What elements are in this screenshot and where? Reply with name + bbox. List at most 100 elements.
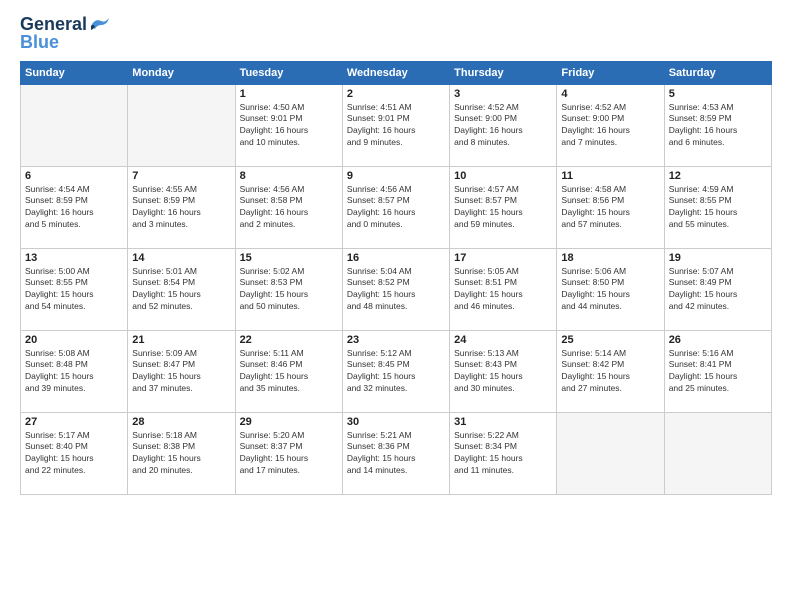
day-info: Sunrise: 5:00 AM Sunset: 8:55 PM Dayligh…	[25, 266, 123, 314]
calendar-cell: 6 Sunrise: 4:54 AM Sunset: 8:59 PM Daylig…	[21, 166, 128, 248]
calendar-cell: 11Sunrise: 4:58 AM Sunset: 8:56 PM Dayli…	[557, 166, 664, 248]
week-row-3: 13 Sunrise: 5:00 AM Sunset: 8:55 PM Dayli…	[21, 248, 772, 330]
calendar-cell: 28 Sunrise: 5:18 AM Sunset: 8:38 PM Dayli…	[128, 412, 235, 494]
day-number: 3	[454, 88, 552, 100]
day-number: 8	[240, 170, 338, 182]
calendar-cell: 24Sunrise: 5:13 AM Sunset: 8:43 PM Dayli…	[450, 330, 557, 412]
day-info: Sunrise: 4:57 AM Sunset: 8:57 PM Dayligh…	[454, 184, 552, 232]
header: General Blue	[20, 15, 772, 53]
calendar-cell: 12 Sunrise: 4:59 AM Sunset: 8:55 PM Dayli…	[664, 166, 771, 248]
day-info: Sunrise: 5:12 AM Sunset: 8:45 PM Dayligh…	[347, 348, 445, 396]
day-number: 18	[561, 252, 659, 264]
day-info: Sunrise: 4:56 AM Sunset: 8:58 PM Dayligh…	[240, 184, 338, 232]
calendar-cell	[664, 412, 771, 494]
day-info: Sunrise: 4:51 AM Sunset: 9:01 PM Dayligh…	[347, 102, 445, 150]
day-number: 16	[347, 252, 445, 264]
calendar-cell: 1 Sunrise: 4:50 AM Sunset: 9:01 PM Daylig…	[235, 84, 342, 166]
calendar-cell: 14 Sunrise: 5:01 AM Sunset: 8:54 PM Dayli…	[128, 248, 235, 330]
weekday-header-tuesday: Tuesday	[235, 61, 342, 84]
calendar-cell	[128, 84, 235, 166]
calendar-cell: 4 Sunrise: 4:52 AM Sunset: 9:00 PM Daylig…	[557, 84, 664, 166]
day-number: 27	[25, 416, 123, 428]
logo-blue: Blue	[20, 33, 59, 53]
day-number: 21	[132, 334, 230, 346]
calendar-cell: 16 Sunrise: 5:04 AM Sunset: 8:52 PM Dayli…	[342, 248, 449, 330]
weekday-header-wednesday: Wednesday	[342, 61, 449, 84]
calendar-cell: 29 Sunrise: 5:20 AM Sunset: 8:37 PM Dayli…	[235, 412, 342, 494]
day-number: 13	[25, 252, 123, 264]
day-info: Sunrise: 5:04 AM Sunset: 8:52 PM Dayligh…	[347, 266, 445, 314]
day-number: 29	[240, 416, 338, 428]
weekday-header-friday: Friday	[557, 61, 664, 84]
day-info: Sunrise: 5:20 AM Sunset: 8:37 PM Dayligh…	[240, 430, 338, 478]
day-number: 30	[347, 416, 445, 428]
day-info: Sunrise: 5:21 AM Sunset: 8:36 PM Dayligh…	[347, 430, 445, 478]
day-number: 4	[561, 88, 659, 100]
day-number: 9	[347, 170, 445, 182]
day-number: 6	[25, 170, 123, 182]
calendar-cell: 27Sunrise: 5:17 AM Sunset: 8:40 PM Dayli…	[21, 412, 128, 494]
weekday-header-thursday: Thursday	[450, 61, 557, 84]
calendar-cell: 17Sunrise: 5:05 AM Sunset: 8:51 PM Dayli…	[450, 248, 557, 330]
day-number: 19	[669, 252, 767, 264]
logo-general: General	[20, 14, 87, 34]
page: General Blue SundayMondayTuesdayWednesda…	[0, 0, 792, 612]
weekday-header-monday: Monday	[128, 61, 235, 84]
day-number: 5	[669, 88, 767, 100]
day-info: Sunrise: 4:55 AM Sunset: 8:59 PM Dayligh…	[132, 184, 230, 232]
day-number: 28	[132, 416, 230, 428]
calendar-cell: 13 Sunrise: 5:00 AM Sunset: 8:55 PM Dayli…	[21, 248, 128, 330]
day-info: Sunrise: 5:02 AM Sunset: 8:53 PM Dayligh…	[240, 266, 338, 314]
calendar-cell: 22 Sunrise: 5:11 AM Sunset: 8:46 PM Dayli…	[235, 330, 342, 412]
calendar-cell: 3 Sunrise: 4:52 AM Sunset: 9:00 PM Daylig…	[450, 84, 557, 166]
day-info: Sunrise: 5:14 AM Sunset: 8:42 PM Dayligh…	[561, 348, 659, 396]
day-info: Sunrise: 5:18 AM Sunset: 8:38 PM Dayligh…	[132, 430, 230, 478]
calendar-cell: 8 Sunrise: 4:56 AM Sunset: 8:58 PM Daylig…	[235, 166, 342, 248]
day-info: Sunrise: 4:56 AM Sunset: 8:57 PM Dayligh…	[347, 184, 445, 232]
day-number: 14	[132, 252, 230, 264]
day-info: Sunrise: 5:06 AM Sunset: 8:50 PM Dayligh…	[561, 266, 659, 314]
calendar-cell: 9 Sunrise: 4:56 AM Sunset: 8:57 PM Daylig…	[342, 166, 449, 248]
calendar-cell: 18 Sunrise: 5:06 AM Sunset: 8:50 PM Dayli…	[557, 248, 664, 330]
day-number: 20	[25, 334, 123, 346]
weekday-header-row: SundayMondayTuesdayWednesdayThursdayFrid…	[21, 61, 772, 84]
day-number: 15	[240, 252, 338, 264]
day-info: Sunrise: 5:22 AM Sunset: 8:34 PM Dayligh…	[454, 430, 552, 478]
day-info: Sunrise: 5:05 AM Sunset: 8:51 PM Dayligh…	[454, 266, 552, 314]
calendar-cell	[557, 412, 664, 494]
day-number: 22	[240, 334, 338, 346]
day-info: Sunrise: 5:01 AM Sunset: 8:54 PM Dayligh…	[132, 266, 230, 314]
day-info: Sunrise: 5:09 AM Sunset: 8:47 PM Dayligh…	[132, 348, 230, 396]
day-info: Sunrise: 4:52 AM Sunset: 9:00 PM Dayligh…	[454, 102, 552, 150]
day-info: Sunrise: 4:53 AM Sunset: 8:59 PM Dayligh…	[669, 102, 767, 150]
calendar-cell: 5 Sunrise: 4:53 AM Sunset: 8:59 PM Daylig…	[664, 84, 771, 166]
calendar-cell: 7Sunrise: 4:55 AM Sunset: 8:59 PM Daylig…	[128, 166, 235, 248]
day-number: 10	[454, 170, 552, 182]
week-row-4: 20 Sunrise: 5:08 AM Sunset: 8:48 PM Dayli…	[21, 330, 772, 412]
day-number: 2	[347, 88, 445, 100]
day-number: 23	[347, 334, 445, 346]
calendar-cell: 23 Sunrise: 5:12 AM Sunset: 8:45 PM Dayli…	[342, 330, 449, 412]
day-info: Sunrise: 5:16 AM Sunset: 8:41 PM Dayligh…	[669, 348, 767, 396]
week-row-1: 1 Sunrise: 4:50 AM Sunset: 9:01 PM Daylig…	[21, 84, 772, 166]
calendar-cell: 20 Sunrise: 5:08 AM Sunset: 8:48 PM Dayli…	[21, 330, 128, 412]
day-info: Sunrise: 5:08 AM Sunset: 8:48 PM Dayligh…	[25, 348, 123, 396]
day-info: Sunrise: 5:07 AM Sunset: 8:49 PM Dayligh…	[669, 266, 767, 314]
calendar-table: SundayMondayTuesdayWednesdayThursdayFrid…	[20, 61, 772, 495]
day-number: 26	[669, 334, 767, 346]
day-info: Sunrise: 4:50 AM Sunset: 9:01 PM Dayligh…	[240, 102, 338, 150]
calendar-cell: 25Sunrise: 5:14 AM Sunset: 8:42 PM Dayli…	[557, 330, 664, 412]
day-info: Sunrise: 4:54 AM Sunset: 8:59 PM Dayligh…	[25, 184, 123, 232]
day-number: 1	[240, 88, 338, 100]
calendar-cell: 31 Sunrise: 5:22 AM Sunset: 8:34 PM Dayli…	[450, 412, 557, 494]
calendar-cell: 15 Sunrise: 5:02 AM Sunset: 8:53 PM Dayli…	[235, 248, 342, 330]
weekday-header-saturday: Saturday	[664, 61, 771, 84]
day-info: Sunrise: 4:52 AM Sunset: 9:00 PM Dayligh…	[561, 102, 659, 150]
logo: General Blue	[20, 15, 111, 53]
day-info: Sunrise: 5:11 AM Sunset: 8:46 PM Dayligh…	[240, 348, 338, 396]
day-info: Sunrise: 4:59 AM Sunset: 8:55 PM Dayligh…	[669, 184, 767, 232]
weekday-header-sunday: Sunday	[21, 61, 128, 84]
week-row-5: 27Sunrise: 5:17 AM Sunset: 8:40 PM Dayli…	[21, 412, 772, 494]
day-number: 12	[669, 170, 767, 182]
day-number: 31	[454, 416, 552, 428]
